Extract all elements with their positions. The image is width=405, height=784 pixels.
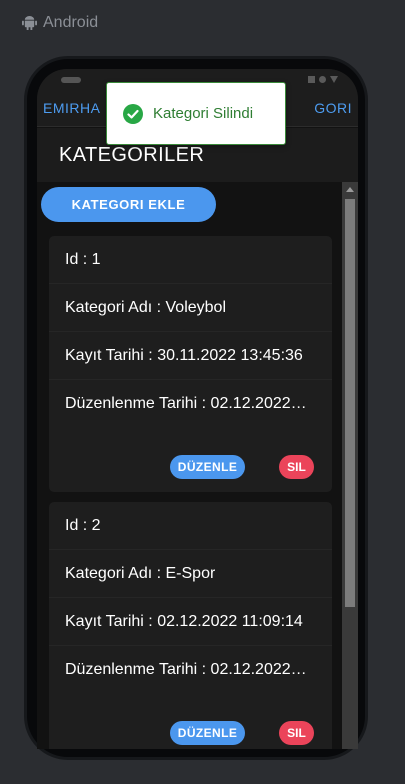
category-updated-date: Düzenlenme Tarihi : 02.12.2022 11:09:14 xyxy=(65,395,310,412)
scrollbar-thumb[interactable] xyxy=(345,199,355,607)
status-icons xyxy=(308,76,338,83)
edit-button[interactable]: DÜZENLE xyxy=(170,455,245,479)
add-category-button[interactable]: KATEGORI EKLE xyxy=(41,187,216,222)
platform-label: Android xyxy=(22,14,98,32)
check-circle-icon xyxy=(123,103,143,124)
category-id: Id : 2 xyxy=(65,516,101,534)
category-created-date: Kayıt Tarihi : 02.12.2022 11:09:14 xyxy=(65,612,303,630)
category-name: Kategori Adı : E-Spor xyxy=(65,564,216,582)
category-id: Id : 1 xyxy=(65,250,101,268)
nav-link-home[interactable]: EMIRHA xyxy=(43,100,100,116)
category-name: Kategori Adı : Voleybol xyxy=(65,298,226,316)
category-card: Id : 1 Kategori Adı : Voleybol Kayıt Tar… xyxy=(49,236,332,492)
card-row-id: Id : 2 xyxy=(49,502,332,550)
content-area[interactable]: KATEGORI EKLE Id : 1 Kategori Adı : Vole… xyxy=(37,182,358,749)
card-row-updated: Düzenlenme Tarihi : 02.12.2022 11:09:14 xyxy=(49,646,332,694)
category-card: Id : 2 Kategori Adı : E-Spor Kayıt Tarih… xyxy=(49,502,332,749)
page-title: KATEGORİLER xyxy=(59,144,205,166)
edit-button[interactable]: DÜZENLE xyxy=(170,721,245,745)
signal-dot-icon xyxy=(319,76,326,83)
scrollbar[interactable] xyxy=(342,182,358,749)
toast-notification: Kategori Silindi xyxy=(106,82,286,145)
card-row-updated: Düzenlenme Tarihi : 02.12.2022 11:09:14 xyxy=(49,380,332,428)
platform-name: Android xyxy=(43,14,99,31)
phone-frame: EMIRHA GORI KATEGORİLER KATEGORI EKLE Id… xyxy=(24,56,368,760)
card-row-created: Kayıt Tarihi : 02.12.2022 11:09:14 xyxy=(49,598,332,646)
category-created-date: Kayıt Tarihi : 30.11.2022 13:45:36 xyxy=(65,346,303,364)
battery-icon xyxy=(308,76,315,83)
scroll-up-arrow-icon[interactable] xyxy=(346,187,354,192)
nav-link-categories[interactable]: GORI xyxy=(314,100,352,116)
card-row-id: Id : 1 xyxy=(49,236,332,284)
delete-button[interactable]: SIL xyxy=(279,455,314,479)
wifi-icon xyxy=(330,76,338,83)
android-icon xyxy=(22,15,37,31)
toast-message: Kategori Silindi xyxy=(153,105,254,122)
card-row-name: Kategori Adı : E-Spor xyxy=(49,550,332,598)
card-row-name: Kategori Adı : Voleybol xyxy=(49,284,332,332)
card-row-created: Kayıt Tarihi : 30.11.2022 13:45:36 xyxy=(49,332,332,380)
category-updated-date: Düzenlenme Tarihi : 02.12.2022 11:09:14 xyxy=(65,661,310,678)
app-screen: EMIRHA GORI KATEGORİLER KATEGORI EKLE Id… xyxy=(37,69,358,749)
camera-pill xyxy=(61,77,81,83)
delete-button[interactable]: SIL xyxy=(279,721,314,745)
